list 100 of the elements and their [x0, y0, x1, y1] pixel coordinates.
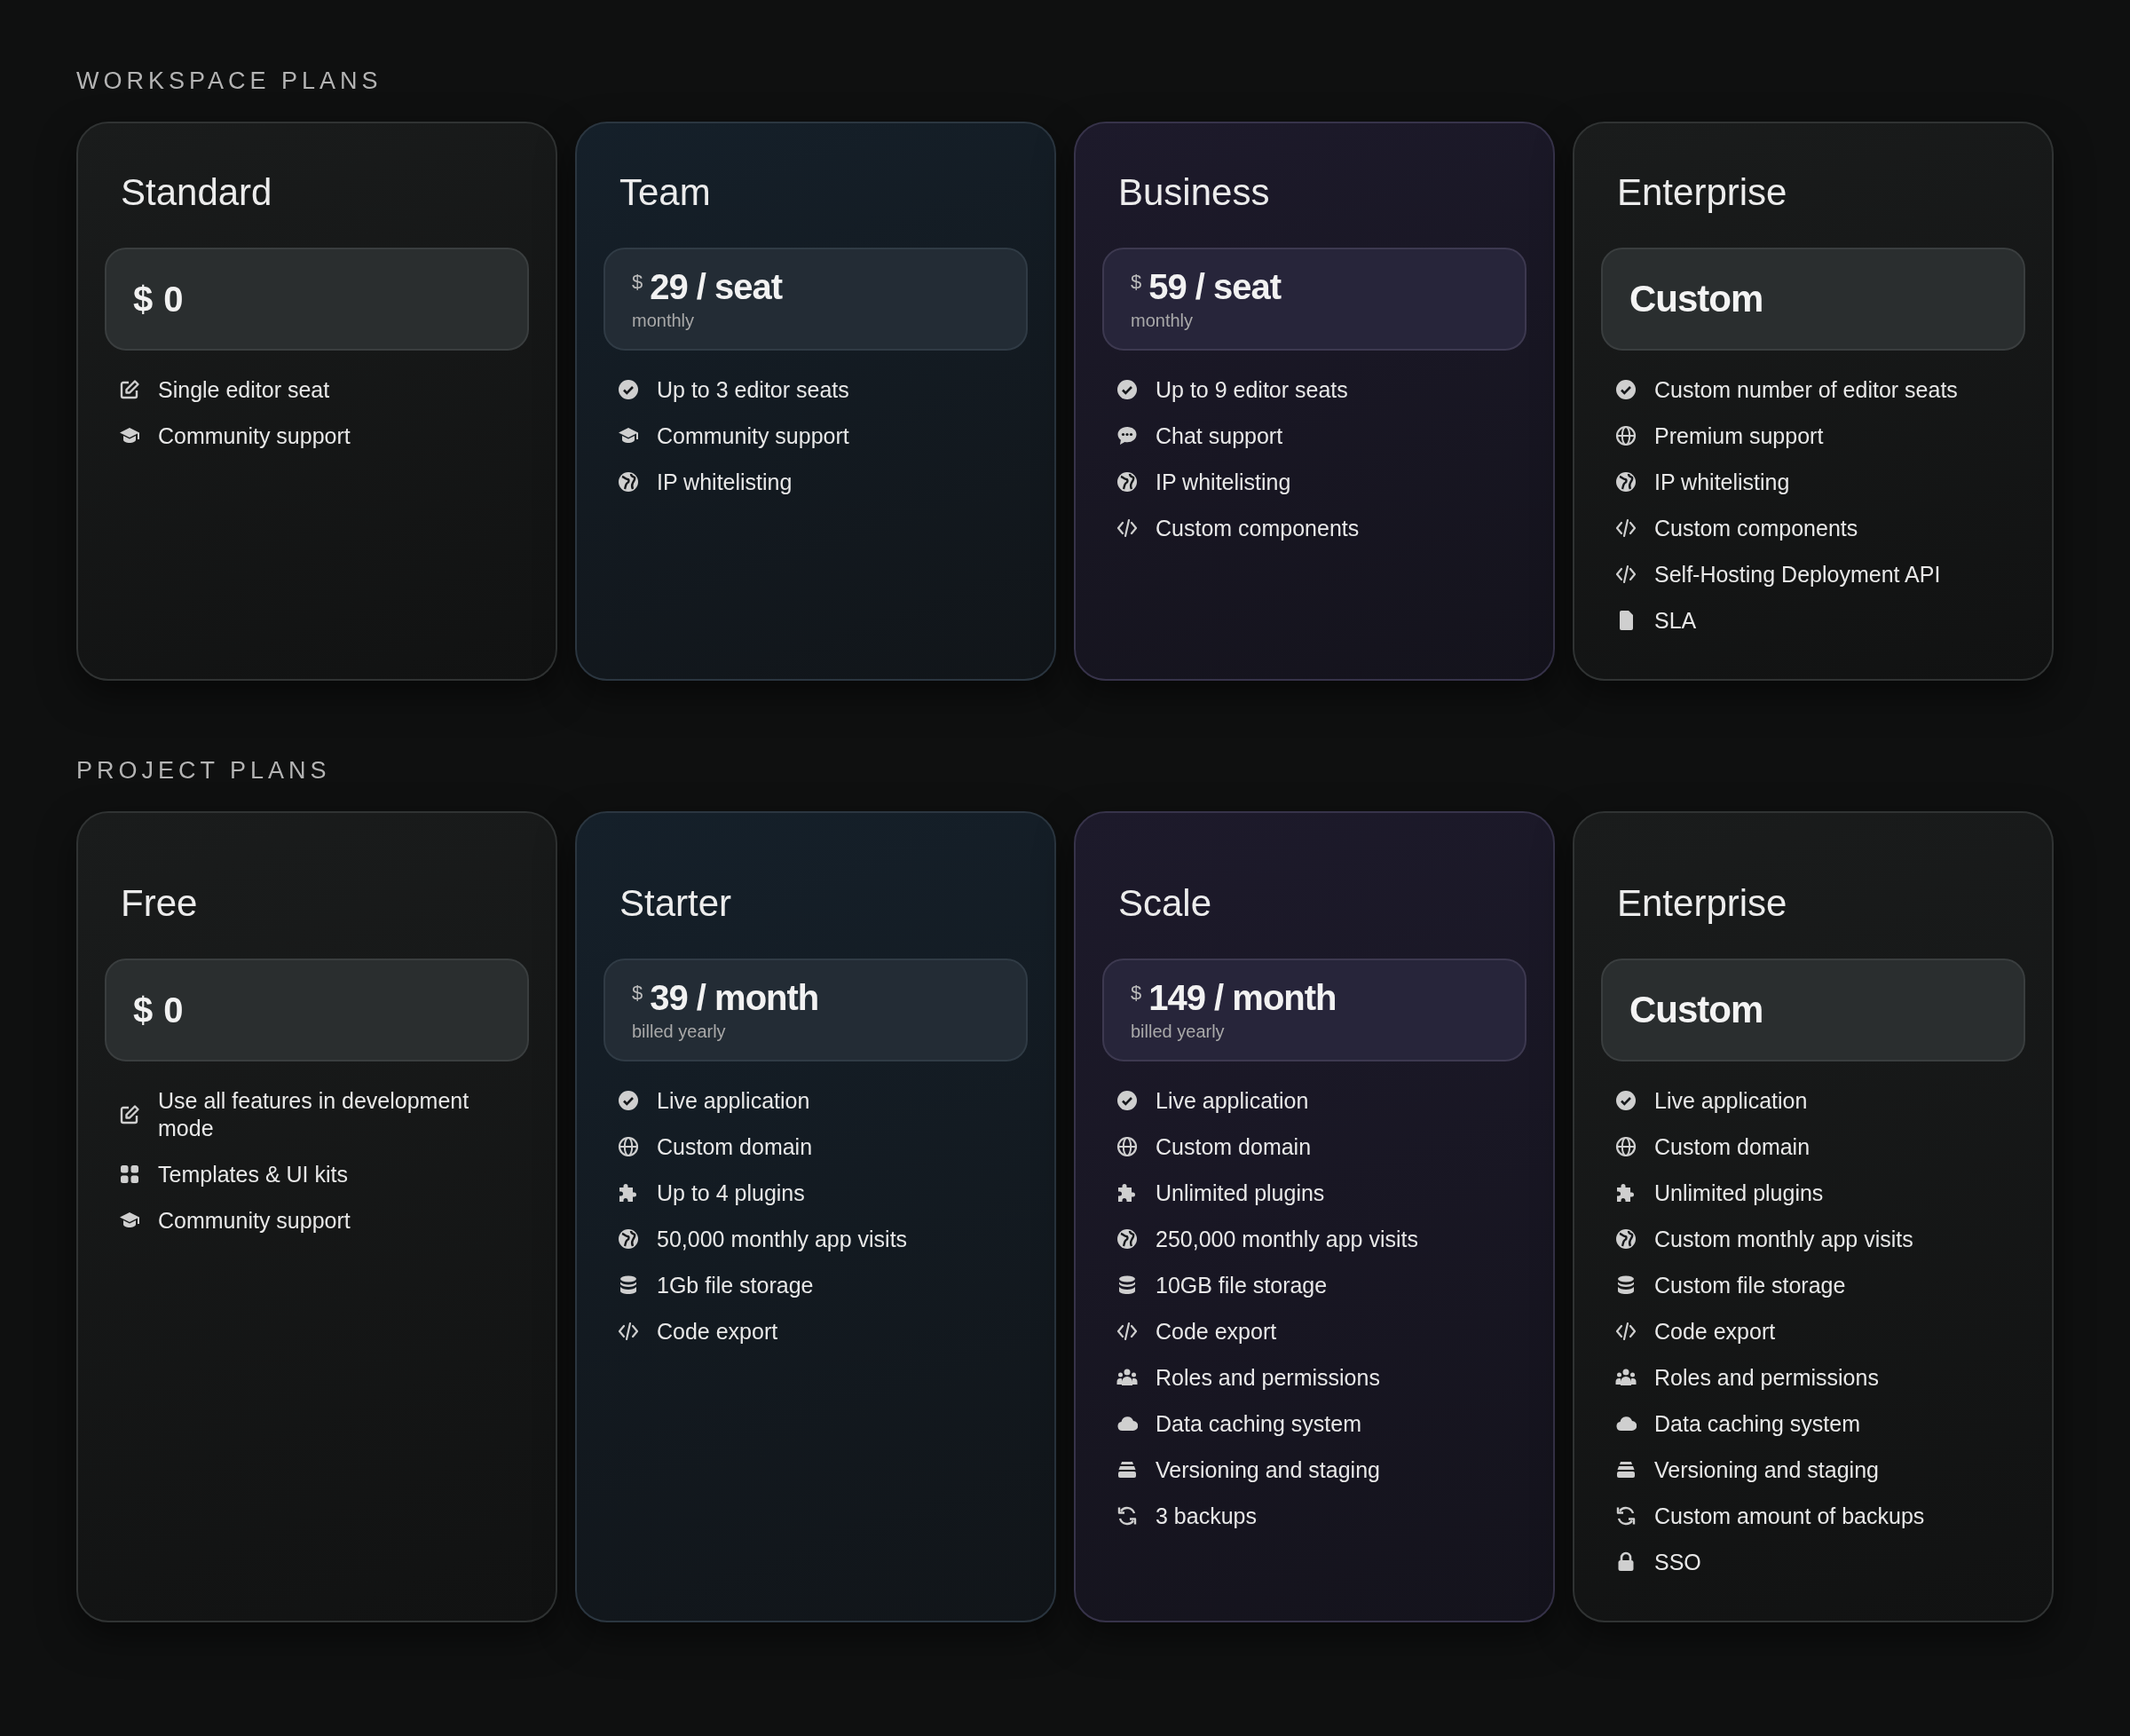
database-icon — [1615, 1274, 1637, 1296]
feature-text: Custom monthly app visits — [1654, 1225, 1913, 1253]
feature-text: Premium support — [1654, 422, 1824, 450]
section-title: PROJECT PLANS — [76, 757, 331, 785]
price-amount: 149 / month — [1148, 978, 1337, 1018]
feature-text: IP whitelisting — [657, 468, 793, 496]
feature-text: Live application — [1654, 1086, 1808, 1115]
feature-text: SLA — [1654, 606, 1697, 635]
feature-text: Self-Hosting Deployment API — [1654, 560, 1941, 588]
price-amount: 39 / month — [650, 978, 819, 1018]
feature-text: Custom amount of backups — [1654, 1502, 1925, 1530]
database-icon — [1116, 1274, 1138, 1296]
code-icon — [1615, 564, 1637, 585]
currency-sign: $ — [133, 990, 154, 1030]
edit-icon — [119, 1103, 140, 1125]
feature-text: Custom components — [1654, 514, 1858, 542]
feature-text: SSO — [1654, 1548, 1701, 1576]
feature-text: Up to 4 plugins — [657, 1179, 805, 1207]
plan-name: Enterprise — [1617, 882, 1787, 925]
feature-text: Roles and permissions — [1654, 1363, 1879, 1392]
code-icon — [1116, 517, 1138, 539]
price-amount: Custom — [1629, 989, 1764, 1031]
feature-text: Unlimited plugins — [1156, 1179, 1325, 1207]
feature-text: Versioning and staging — [1156, 1456, 1380, 1484]
price-amount: 0 — [163, 279, 183, 320]
feature-text: Community support — [158, 1206, 351, 1235]
feature-text: Up to 9 editor seats — [1156, 375, 1348, 404]
feature-text: IP whitelisting — [1156, 468, 1291, 496]
price-amount: 0 — [163, 990, 183, 1030]
feature-text: 3 backups — [1156, 1502, 1257, 1530]
currency-sign: $ — [1131, 271, 1142, 294]
currency-sign: $ — [1131, 982, 1142, 1005]
feature-text: Community support — [158, 422, 351, 450]
feature-text: Live application — [1156, 1086, 1309, 1115]
check-circle-icon — [1615, 379, 1637, 400]
grid-icon — [119, 1164, 140, 1185]
feature-text: IP whitelisting — [1654, 468, 1790, 496]
feature-text: Custom components — [1156, 514, 1360, 542]
currency-sign: $ — [632, 271, 643, 294]
feature-text: Code export — [1156, 1317, 1277, 1345]
puzzle-piece-icon — [1116, 1182, 1138, 1203]
feature-text: Roles and permissions — [1156, 1363, 1380, 1392]
feature-text: 50,000 monthly app visits — [657, 1225, 908, 1253]
database-icon — [618, 1274, 639, 1296]
feature-text: Up to 3 editor seats — [657, 375, 849, 404]
plan-name: Enterprise — [1617, 171, 1787, 214]
plan-name: Business — [1118, 171, 1270, 214]
lock-icon — [1615, 1551, 1637, 1573]
feature-text: 250,000 monthly app visits — [1156, 1225, 1418, 1253]
edit-icon — [119, 379, 140, 400]
feature-text: 10GB file storage — [1156, 1271, 1328, 1299]
billing-period: billed yearly — [632, 1022, 727, 1042]
billing-period: monthly — [1131, 311, 1195, 331]
stack-icon — [1116, 1459, 1138, 1480]
plan-name: Starter — [619, 882, 732, 925]
feature-text: Code export — [1654, 1317, 1776, 1345]
feature-text: Data caching system — [1156, 1409, 1362, 1438]
check-circle-icon — [1615, 1090, 1637, 1111]
feature-text: Templates & UI kits — [158, 1160, 348, 1188]
users-icon — [1116, 1367, 1138, 1388]
currency-sign: $ — [632, 982, 643, 1005]
plan-name: Free — [121, 882, 198, 925]
puzzle-piece-icon — [1615, 1182, 1637, 1203]
feature-text: Custom domain — [1654, 1132, 1810, 1161]
feature-text: Live application — [657, 1086, 810, 1115]
code-icon — [1116, 1321, 1138, 1342]
feature-text: Chat support — [1156, 422, 1283, 450]
refresh-icon — [1116, 1505, 1138, 1527]
check-circle-icon — [1116, 379, 1138, 400]
check-circle-icon — [618, 379, 639, 400]
feature-text: Custom domain — [1156, 1132, 1312, 1161]
billing-period: monthly — [632, 311, 696, 331]
check-circle-icon — [1116, 1090, 1138, 1111]
plan-name: Team — [619, 171, 711, 214]
feature-text: Use all features in development mode — [158, 1086, 470, 1142]
refresh-icon — [1615, 1505, 1637, 1527]
plan-name: Standard — [121, 171, 272, 214]
feature-text: Single editor seat — [158, 375, 330, 404]
feature-text: 1Gb file storage — [657, 1271, 814, 1299]
puzzle-piece-icon — [618, 1182, 639, 1203]
price-amount: Custom — [1629, 278, 1764, 320]
feature-text: Unlimited plugins — [1654, 1179, 1824, 1207]
stack-icon — [1615, 1459, 1637, 1480]
price-amount: 29 / seat — [650, 267, 783, 307]
price-amount: 59 / seat — [1148, 267, 1282, 307]
feature-text: Custom file storage — [1654, 1271, 1846, 1299]
users-icon — [1615, 1367, 1637, 1388]
section-title: WORKSPACE PLANS — [76, 67, 383, 95]
feature-text: Data caching system — [1654, 1409, 1861, 1438]
feature-text: Versioning and staging — [1654, 1456, 1879, 1484]
currency-sign: $ — [133, 279, 154, 320]
code-icon — [1615, 517, 1637, 539]
feature-text: Code export — [657, 1317, 778, 1345]
plan-name: Scale — [1118, 882, 1212, 925]
chat-bubble-icon — [1116, 425, 1138, 446]
feature-text: Custom number of editor seats — [1654, 375, 1958, 404]
code-icon — [1615, 1321, 1637, 1342]
feature-text: Custom domain — [657, 1132, 813, 1161]
feature-text: Community support — [657, 422, 849, 450]
billing-period: billed yearly — [1131, 1022, 1226, 1042]
